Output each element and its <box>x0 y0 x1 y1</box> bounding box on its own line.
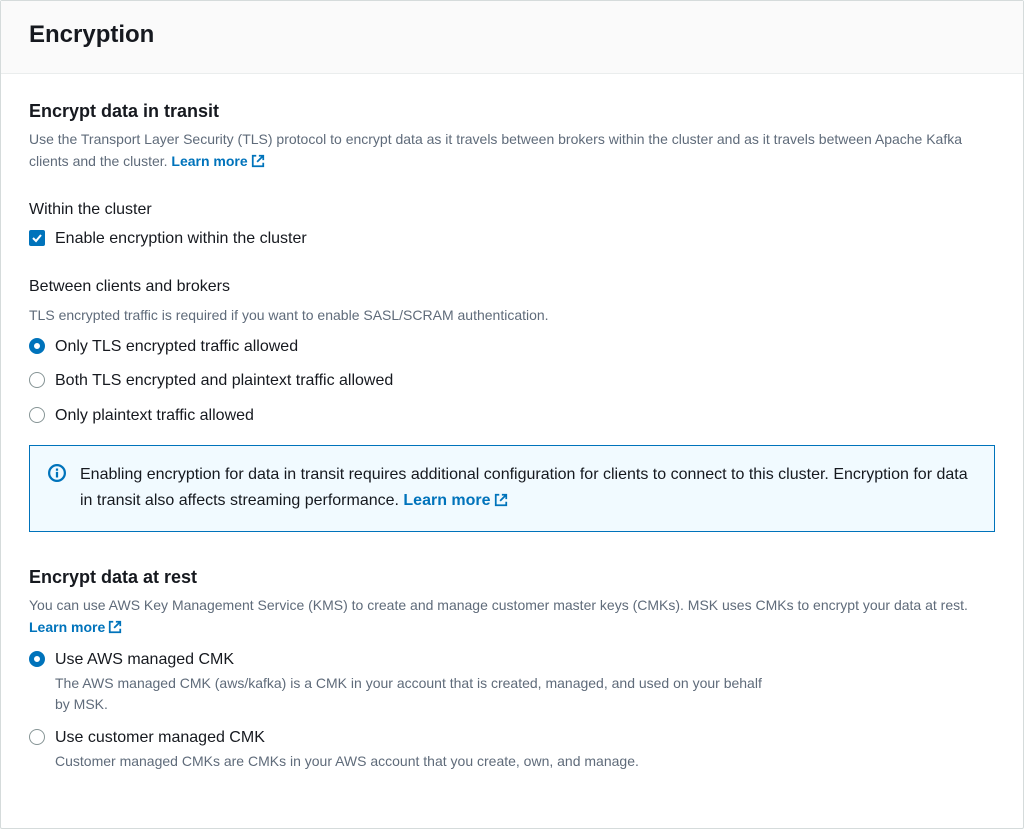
radio-option-customer-managed-cmk[interactable]: Use customer managed CMK Customer manage… <box>29 727 995 772</box>
page-title: Encryption <box>29 17 995 53</box>
external-link-icon <box>494 490 508 516</box>
radio-tls-only[interactable] <box>29 338 45 354</box>
within-cluster-option-label: Enable encryption within the cluster <box>55 228 307 250</box>
radio-option-plaintext-only[interactable]: Only plaintext traffic allowed <box>29 405 995 427</box>
within-cluster-label: Within the cluster <box>29 198 995 222</box>
radio-tls-plaintext[interactable] <box>29 372 45 388</box>
external-link-icon <box>251 153 265 175</box>
rest-learn-more-text: Learn more <box>29 619 105 635</box>
rest-desc: You can use AWS Key Management Service (… <box>29 595 995 640</box>
panel-content: Encrypt data in transit Use the Transpor… <box>1 74 1023 828</box>
transit-info-text: Enabling encryption for data in transit … <box>80 462 976 515</box>
radio-aws-managed-label: Use AWS managed CMK <box>55 649 775 671</box>
rest-title: Encrypt data at rest <box>29 564 995 591</box>
radio-option-tls-plaintext[interactable]: Both TLS encrypted and plaintext traffic… <box>29 370 995 392</box>
rest-radio-group: Use AWS managed CMK The AWS managed CMK … <box>29 649 995 773</box>
transit-learn-more-link[interactable]: Learn more <box>171 153 264 169</box>
section-transit: Encrypt data in transit Use the Transpor… <box>29 98 995 532</box>
radio-plaintext-only-label: Only plaintext traffic allowed <box>55 405 254 427</box>
radio-aws-managed-content: Use AWS managed CMK The AWS managed CMK … <box>55 649 775 715</box>
section-rest: Encrypt data at rest You can use AWS Key… <box>29 564 995 772</box>
radio-tls-plaintext-label: Both TLS encrypted and plaintext traffic… <box>55 370 393 392</box>
transit-info-text-content: Enabling encryption for data in transit … <box>80 466 968 509</box>
rest-desc-text: You can use AWS Key Management Service (… <box>29 597 968 613</box>
external-link-icon <box>108 619 122 641</box>
radio-customer-managed-cmk[interactable] <box>29 729 45 745</box>
radio-option-aws-managed-cmk[interactable]: Use AWS managed CMK The AWS managed CMK … <box>29 649 995 715</box>
checkbox-enable-within-cluster[interactable] <box>29 230 45 246</box>
radio-option-tls-only[interactable]: Only TLS encrypted traffic allowed <box>29 336 995 358</box>
transit-learn-more-text: Learn more <box>171 153 247 169</box>
radio-customer-managed-label: Use customer managed CMK <box>55 727 639 749</box>
radio-customer-managed-content: Use customer managed CMK Customer manage… <box>55 727 639 772</box>
within-cluster-option[interactable]: Enable encryption within the cluster <box>29 228 995 250</box>
transit-info-box: Enabling encryption for data in transit … <box>29 445 995 532</box>
radio-aws-managed-cmk[interactable] <box>29 651 45 667</box>
transit-info-learn-more-text: Learn more <box>403 492 490 509</box>
transit-radio-group: Only TLS encrypted traffic allowed Both … <box>29 336 995 427</box>
encryption-panel: Encryption Encrypt data in transit Use t… <box>0 0 1024 829</box>
transit-title: Encrypt data in transit <box>29 98 995 125</box>
radio-aws-managed-desc: The AWS managed CMK (aws/kafka) is a CMK… <box>55 673 775 715</box>
transit-desc-text: Use the Transport Layer Security (TLS) p… <box>29 131 962 169</box>
radio-plaintext-only[interactable] <box>29 407 45 423</box>
between-clients-brokers-helper: TLS encrypted traffic is required if you… <box>29 305 995 326</box>
transit-info-learn-more-link[interactable]: Learn more <box>403 492 507 509</box>
radio-customer-managed-desc: Customer managed CMKs are CMKs in your A… <box>55 751 639 772</box>
radio-tls-only-label: Only TLS encrypted traffic allowed <box>55 336 298 358</box>
panel-header: Encryption <box>1 1 1023 74</box>
transit-desc: Use the Transport Layer Security (TLS) p… <box>29 129 995 174</box>
info-icon <box>48 464 66 488</box>
between-clients-brokers-label: Between clients and brokers <box>29 275 995 299</box>
rest-learn-more-link[interactable]: Learn more <box>29 619 122 635</box>
